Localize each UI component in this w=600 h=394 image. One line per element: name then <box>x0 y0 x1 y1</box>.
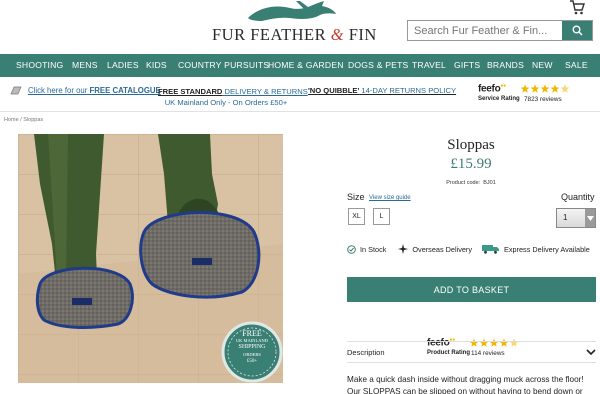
nav-item-home-garden[interactable]: HOME & GARDEN <box>268 60 344 70</box>
catalogue-prefix: Click here for our <box>28 86 90 95</box>
delivery-info[interactable]: FREE STANDARD DELIVERY & RETURNS UK Main… <box>158 86 308 108</box>
nav-item-mens[interactable]: MENS <box>72 60 98 70</box>
product-price: £15.99 <box>450 156 492 172</box>
feefo-service-rating[interactable]: feefo●● Service Rating 7823 reviews <box>476 82 572 106</box>
breadcrumb-home[interactable]: Home <box>4 117 19 123</box>
site-header: FUR FEATHER & FIN <box>0 0 600 54</box>
add-to-basket-button[interactable]: ADD TO BASKET <box>347 277 596 302</box>
nav-item-shooting[interactable]: SHOOTING <box>16 60 63 70</box>
nav-item-new[interactable]: NEW <box>532 60 553 70</box>
overseas-delivery: Overseas Delivery <box>398 244 472 254</box>
star-icon <box>550 84 560 93</box>
returns-bold: 'NO QUIBBLE' <box>308 86 360 95</box>
star-icon <box>520 84 530 93</box>
cart-icon[interactable] <box>569 0 585 15</box>
nav-item-ladies[interactable]: LADIES <box>107 60 139 70</box>
nav-item-travel[interactable]: TRAVEL <box>412 60 446 70</box>
product-code: Product code: BJ01 <box>446 180 496 186</box>
feefo-count: 7823 reviews <box>524 96 562 103</box>
rating-stars-icon <box>520 84 570 93</box>
nav-item-kids[interactable]: KIDS <box>146 60 167 70</box>
quantity-value: 1 <box>563 213 568 222</box>
nav-item-gifts[interactable]: GIFTS <box>454 60 480 70</box>
nav-item-dogs-pets[interactable]: DOGS & PETS <box>348 60 408 70</box>
star-icon <box>560 84 570 93</box>
returns-rest: 14-DAY RETURNS POLICY <box>359 86 457 95</box>
logo-wordmark: FUR FEATHER & FIN <box>212 25 377 44</box>
truck-icon <box>481 245 499 254</box>
star-icon <box>530 84 540 93</box>
quantity-label: Quantity <box>561 192 595 202</box>
quantity-select[interactable]: 1 <box>556 208 596 228</box>
breadcrumb-current: Sloppas <box>23 117 44 123</box>
availability-row: In Stock Overseas Delivery Express Deliv… <box>347 244 597 254</box>
feefo-logo: feefo●● <box>478 83 506 95</box>
nav-item-sale[interactable]: SALE <box>565 60 588 70</box>
description-label: Description <box>347 347 385 357</box>
size-label: Size <box>347 192 365 202</box>
site-logo[interactable]: FUR FEATHER & FIN <box>212 0 377 48</box>
description-toggle[interactable]: Description <box>347 341 596 363</box>
hare-logo-icon <box>248 1 336 21</box>
check-circle-icon <box>347 244 356 254</box>
delivery-rest: DELIVERY & RETURNS <box>222 87 308 96</box>
search-button[interactable] <box>562 21 592 40</box>
badge-text: FREE UK MAINLAND SHIPPING ORDERS £50+ <box>235 329 269 365</box>
plane-icon <box>398 244 409 254</box>
size-option-l[interactable]: L <box>373 208 390 225</box>
returns-link[interactable]: 'NO QUIBBLE' 14-DAY RETURNS POLICY <box>308 86 456 95</box>
express-delivery: Express Delivery Available <box>481 244 590 254</box>
feefo-label: Service Rating <box>478 96 520 102</box>
in-stock: In Stock <box>347 245 386 254</box>
catalogue-icon <box>10 86 22 95</box>
delivery-condition: UK Mainland Only - On Orders £50+ <box>164 98 288 107</box>
catalogue-link[interactable]: Click here for our FREE CATALOGUE <box>10 86 161 95</box>
size-option-xl[interactable]: XL <box>348 208 365 225</box>
nav-item-country-pursuits[interactable]: COUNTRY PURSUITS <box>178 60 269 70</box>
catalogue-bold: FREE CATALOGUE <box>89 86 161 95</box>
breadcrumb: Home / Sloppas <box>4 117 43 123</box>
search-icon <box>572 25 583 36</box>
search-input[interactable] <box>408 21 562 40</box>
nav-item-brands[interactable]: BRANDS <box>487 60 524 70</box>
star-icon <box>540 84 550 93</box>
description-text: Make a quick dash inside without draggin… <box>347 375 584 394</box>
chevron-down-icon <box>585 209 595 227</box>
product-image[interactable]: FREE UK MAINLAND SHIPPING ORDERS £50+ <box>18 134 283 383</box>
delivery-bold: FREE STANDARD <box>158 87 223 96</box>
product-title: Sloppas <box>447 137 495 153</box>
search-bar <box>407 20 593 41</box>
size-guide-link[interactable]: View size guide <box>369 195 411 201</box>
chevron-down-icon <box>586 348 596 355</box>
main-nav: SHOOTING MENS LADIES KIDS COUNTRY PURSUITS HO… <box>0 54 600 77</box>
